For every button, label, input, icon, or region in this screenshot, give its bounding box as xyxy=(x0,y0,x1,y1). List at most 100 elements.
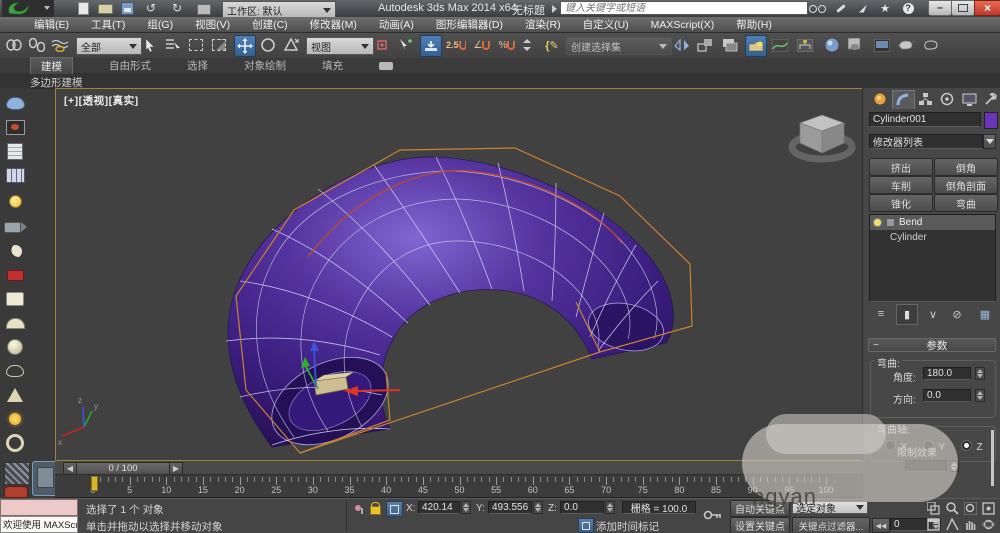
configure-modifier-sets-icon[interactable]: ▦ xyxy=(975,306,995,322)
select-by-name-icon[interactable] xyxy=(163,35,183,55)
perspective-viewport[interactable]: x y z [+][透视][真实] xyxy=(55,88,863,461)
add-time-tag[interactable]: 添加时间标记 xyxy=(596,519,659,533)
render-iterative-icon[interactable] xyxy=(922,35,942,55)
feedback-icon[interactable] xyxy=(856,2,870,15)
object-name-field[interactable]: Cylinder001 xyxy=(869,112,981,127)
minimize-button[interactable]: – xyxy=(928,0,952,16)
snap-toggle-25-icon[interactable]: 2.5 xyxy=(446,35,466,55)
direction-spinner[interactable] xyxy=(975,389,985,402)
current-frame-marker[interactable] xyxy=(91,476,98,491)
rectangular-selection-region-icon[interactable] xyxy=(186,35,206,55)
menu-help[interactable]: 帮助(H) xyxy=(736,17,772,32)
menu-rendering[interactable]: 渲染(R) xyxy=(525,17,561,32)
pan-hand-icon[interactable] xyxy=(962,517,979,531)
modifier-stack[interactable]: Bend Cylinder xyxy=(869,214,996,302)
ribbon-tab-object-paint[interactable]: 对象绘制 xyxy=(244,58,286,73)
show-end-result-icon[interactable]: ▮ xyxy=(896,304,918,325)
bend-button[interactable]: 弯曲 xyxy=(934,194,998,212)
current-frame-field[interactable]: 0 xyxy=(890,518,930,531)
sphere-icon[interactable] xyxy=(3,336,27,358)
object-color-swatch[interactable] xyxy=(984,112,998,129)
spreadsheet-icon[interactable] xyxy=(3,140,27,162)
save-file-button[interactable] xyxy=(120,2,134,15)
mirror-icon[interactable] xyxy=(672,35,692,55)
favorites-star-icon[interactable]: ★ xyxy=(878,1,892,15)
moon-icon[interactable] xyxy=(3,240,27,262)
percent-snap-icon[interactable]: % xyxy=(497,35,517,55)
open-file-button[interactable] xyxy=(97,3,113,15)
select-and-scale-icon[interactable] xyxy=(281,35,301,55)
align-icon[interactable] xyxy=(695,35,715,55)
gizmo-x-axis[interactable] xyxy=(358,390,400,391)
menu-modifiers[interactable]: 修改器(M) xyxy=(310,17,357,32)
prev-frame-arrow-icon[interactable]: ◀ xyxy=(63,462,77,475)
menu-customize[interactable]: 自定义(U) xyxy=(583,17,629,32)
create-tab-icon[interactable] xyxy=(871,91,890,107)
app-menu-button[interactable] xyxy=(2,0,54,17)
modifier-list-dropdown[interactable]: 修改器列表 xyxy=(869,134,983,149)
spinner-snap-icon[interactable] xyxy=(520,35,534,55)
undo-button[interactable]: ↺ xyxy=(142,1,160,15)
modify-tab-icon[interactable] xyxy=(892,90,915,109)
select-and-move-icon[interactable] xyxy=(234,35,256,57)
viewport-scene[interactable]: x y z xyxy=(56,89,862,460)
taper-button[interactable]: 锥化 xyxy=(869,194,933,212)
keyboard-override-toggle-icon[interactable] xyxy=(420,35,442,57)
edit-named-selection-sets-icon[interactable]: {✎ xyxy=(542,35,562,55)
z-coordinate-field[interactable]: 0.0 xyxy=(560,501,604,514)
menu-animation[interactable]: 动画(A) xyxy=(379,17,414,32)
x-coordinate-field[interactable]: 420.14 xyxy=(418,501,460,514)
maxscript-listener[interactable]: 欢迎使用 MAXScript xyxy=(0,516,78,533)
ribbon-tab-freeform[interactable]: 自由形式 xyxy=(109,58,151,73)
selection-lock-icon[interactable] xyxy=(368,501,382,515)
reference-coordinate-dropdown[interactable]: 视图 xyxy=(306,37,374,55)
use-pivot-center-icon[interactable] xyxy=(372,35,392,55)
red-tool-icon[interactable] xyxy=(4,486,28,498)
select-object-icon[interactable] xyxy=(140,35,160,55)
modifier-enabled-bulb-icon[interactable] xyxy=(873,218,882,227)
lathe-button[interactable]: 车削 xyxy=(869,176,933,194)
modifier-list-arrow-icon[interactable] xyxy=(983,134,996,149)
camera-speaker-icon[interactable] xyxy=(3,216,27,238)
search-icon[interactable] xyxy=(808,2,826,15)
bind-to-space-warp-icon[interactable] xyxy=(50,35,70,55)
bent-cylinder-model[interactable] xyxy=(226,157,673,460)
x-spinner[interactable] xyxy=(461,501,471,514)
teapot-blue-icon[interactable] xyxy=(3,92,27,114)
unlink-selection-icon[interactable] xyxy=(27,35,47,55)
render-preview-icon[interactable] xyxy=(3,116,27,138)
panel-scrollbar[interactable] xyxy=(991,430,994,486)
lightbulb-icon[interactable] xyxy=(3,190,27,212)
next-frame-arrow-icon[interactable]: ▶ xyxy=(169,462,183,475)
search-input[interactable] xyxy=(560,1,808,15)
angle-spinner[interactable] xyxy=(975,367,985,380)
restore-button[interactable] xyxy=(951,0,975,16)
ribbon-tab-populate[interactable]: 填充 xyxy=(322,58,343,73)
make-unique-icon[interactable]: ∨ xyxy=(923,306,943,322)
render-setup-icon[interactable] xyxy=(847,35,867,55)
time-slider-handle[interactable]: 0 / 100 xyxy=(76,462,170,475)
rendered-frame-window-icon[interactable] xyxy=(872,35,892,55)
field-of-view-icon[interactable] xyxy=(944,517,961,531)
angle-field[interactable]: 180.0 xyxy=(923,367,971,380)
stack-item-cylinder[interactable]: Cylinder xyxy=(870,230,995,245)
material-editor-icon[interactable] xyxy=(822,35,842,55)
new-file-button[interactable] xyxy=(76,2,90,15)
motion-tab-icon[interactable] xyxy=(938,91,957,107)
ring-icon[interactable] xyxy=(3,432,27,454)
pin-stack-icon[interactable]: ≡ xyxy=(871,306,891,322)
help-icon[interactable]: ? xyxy=(900,1,916,15)
stack-item-bend[interactable]: Bend xyxy=(870,215,995,230)
project-folder-button[interactable] xyxy=(196,3,212,15)
y-coordinate-field[interactable]: 493.556 xyxy=(488,501,532,514)
sun-icon[interactable] xyxy=(3,408,27,430)
render-production-icon[interactable] xyxy=(897,35,917,55)
axis-z-radio[interactable]: Z xyxy=(961,437,983,455)
utilities-tab-icon[interactable] xyxy=(982,91,999,107)
isolate-pin-icon[interactable] xyxy=(352,501,366,515)
go-to-start-icon[interactable]: ◀◀ xyxy=(872,518,890,533)
close-button[interactable]: × xyxy=(974,0,1000,16)
cone-icon[interactable] xyxy=(3,384,27,406)
z-spinner[interactable] xyxy=(605,501,615,514)
wrench-icon[interactable] xyxy=(834,2,848,15)
